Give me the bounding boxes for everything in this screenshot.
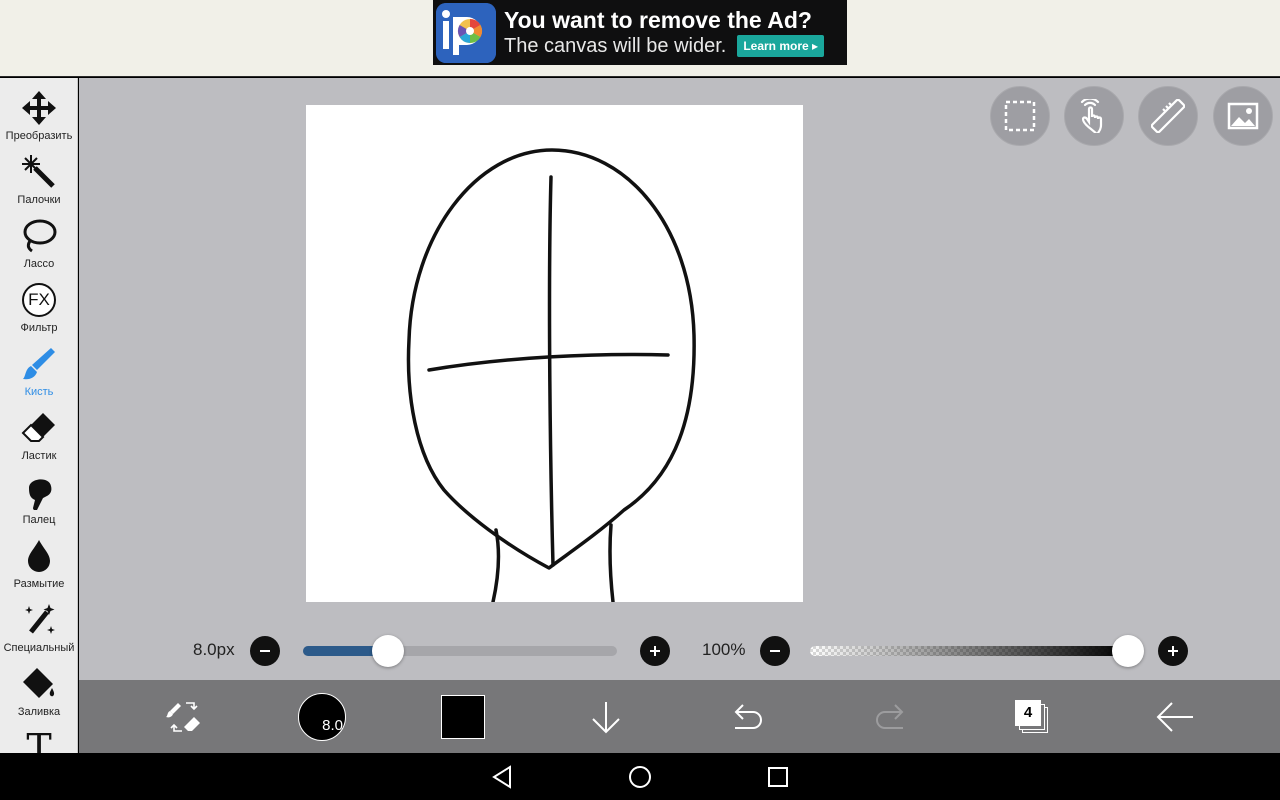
tool-blur[interactable]: Размытие — [0, 530, 77, 594]
arrow-down-icon — [592, 701, 620, 733]
square-recents-icon — [768, 767, 788, 787]
ad-learn-more-button[interactable]: Learn more ▸ — [737, 35, 825, 57]
circle-home-icon — [629, 766, 651, 788]
undo-button[interactable] — [726, 680, 770, 753]
tool-label: Специальный — [3, 642, 75, 654]
ad-banner[interactable]: You want to remove the Ad? The canvas wi… — [433, 0, 847, 65]
tool-sidebar: Преобразить Палочки Лассо FX Фильтр Кист… — [0, 78, 78, 753]
text-tool-icon: T — [26, 726, 52, 753]
ad-title: You want to remove the Ad? — [504, 7, 812, 33]
tool-eraser[interactable]: Ластик — [0, 402, 77, 466]
smudge-finger-icon — [19, 472, 59, 512]
tool-fill[interactable]: Заливка — [0, 658, 77, 722]
special-sparkle-icon — [19, 600, 59, 640]
brush-eraser-swap-icon — [166, 701, 200, 732]
bottom-toolbar: 8.0 4 — [79, 680, 1280, 753]
layer-count-badge: 4 — [1015, 699, 1041, 726]
nav-back-button[interactable] — [488, 763, 516, 791]
tool-filter[interactable]: FX Фильтр — [0, 274, 77, 338]
tool-label: Заливка — [17, 706, 61, 718]
ad-subtitle: The canvas will be wider. — [504, 35, 727, 57]
fx-icon: FX — [19, 280, 59, 320]
blur-drop-icon — [19, 536, 59, 576]
layers-button[interactable]: 4 — [1010, 680, 1054, 753]
ibispaint-logo-icon — [436, 2, 496, 63]
tool-special[interactable]: Специальный — [0, 594, 77, 658]
ad-banner-bar: You want to remove the Ad? The canvas wi… — [0, 0, 1280, 77]
brush-size-decrease-button[interactable] — [250, 636, 280, 666]
ruler-button[interactable] — [1138, 86, 1198, 146]
opacity-value: 100% — [702, 640, 746, 659]
tool-label: Палочки — [17, 194, 61, 206]
redo-button[interactable] — [868, 680, 912, 753]
nav-recents-button[interactable] — [764, 763, 792, 791]
brush-size-increase-button[interactable] — [640, 636, 670, 666]
move-icon — [19, 88, 59, 128]
primary-color-swatch — [441, 694, 485, 739]
brush-size-button[interactable]: 8.0 — [296, 680, 348, 753]
brush-size-slider[interactable] — [303, 646, 617, 656]
tool-text[interactable]: T — [0, 722, 77, 753]
arrow-left-icon — [1156, 701, 1193, 732]
opacity-slider[interactable] — [810, 646, 1128, 656]
tool-label: Преобразить — [5, 130, 73, 142]
tool-smudge[interactable]: Палец — [0, 466, 77, 530]
redo-icon — [876, 703, 904, 729]
fill-bucket-icon — [19, 664, 59, 704]
canvas-workspace[interactable]: 8.0px 100% — [79, 78, 1280, 680]
magic-wand-icon — [19, 152, 59, 192]
tool-brush[interactable]: Кисть — [0, 338, 77, 402]
reference-image-button[interactable] — [1213, 86, 1273, 146]
tool-label: Размытие — [13, 578, 65, 590]
brush-preview-circle: 8.0 — [298, 692, 346, 741]
brush-size-slider-handle[interactable] — [371, 635, 404, 667]
opacity-decrease-button[interactable] — [760, 636, 790, 666]
opacity-increase-button[interactable] — [1158, 636, 1188, 666]
nav-home-button[interactable] — [626, 763, 654, 791]
tool-transform[interactable]: Преобразить — [0, 82, 77, 146]
triangle-back-icon — [492, 765, 511, 789]
tool-label: Кисть — [24, 386, 54, 398]
color-picker-button[interactable] — [441, 680, 485, 753]
tool-label: Лассо — [23, 258, 55, 270]
undo-icon — [734, 703, 762, 729]
lasso-icon — [19, 216, 59, 256]
swap-brush-eraser-button[interactable] — [154, 680, 214, 753]
layers-stack-icon: 4 — [1014, 699, 1050, 735]
tool-magic-wand[interactable]: Палочки — [0, 146, 77, 210]
image-icon — [1227, 102, 1259, 130]
drawing-canvas[interactable] — [306, 105, 803, 602]
plus-icon — [650, 646, 660, 656]
eraser-icon — [19, 408, 59, 448]
plus-icon — [1168, 646, 1178, 656]
opacity-slider-handle[interactable] — [1112, 635, 1144, 667]
back-button[interactable] — [1153, 680, 1197, 753]
system-navigation-bar — [0, 753, 1280, 800]
tool-label: Ластик — [21, 450, 57, 462]
tool-lasso[interactable]: Лассо — [0, 210, 77, 274]
tool-label: Палец — [22, 514, 56, 526]
touch-gesture-button[interactable] — [1064, 86, 1124, 146]
brush-size-value: 8.0px — [193, 640, 235, 659]
tool-label: Фильтр — [20, 322, 58, 334]
selection-rectangle-icon — [1004, 100, 1036, 132]
minus-icon — [260, 650, 270, 652]
brush-icon — [19, 344, 59, 384]
ruler-icon — [1151, 99, 1185, 133]
minus-icon — [770, 650, 780, 652]
sketch-drawing — [406, 148, 696, 602]
brush-size-badge: 8.0 — [322, 716, 343, 734]
layer-down-button[interactable] — [584, 680, 628, 753]
hand-touch-icon — [1080, 99, 1103, 133]
selection-button[interactable] — [990, 86, 1050, 146]
